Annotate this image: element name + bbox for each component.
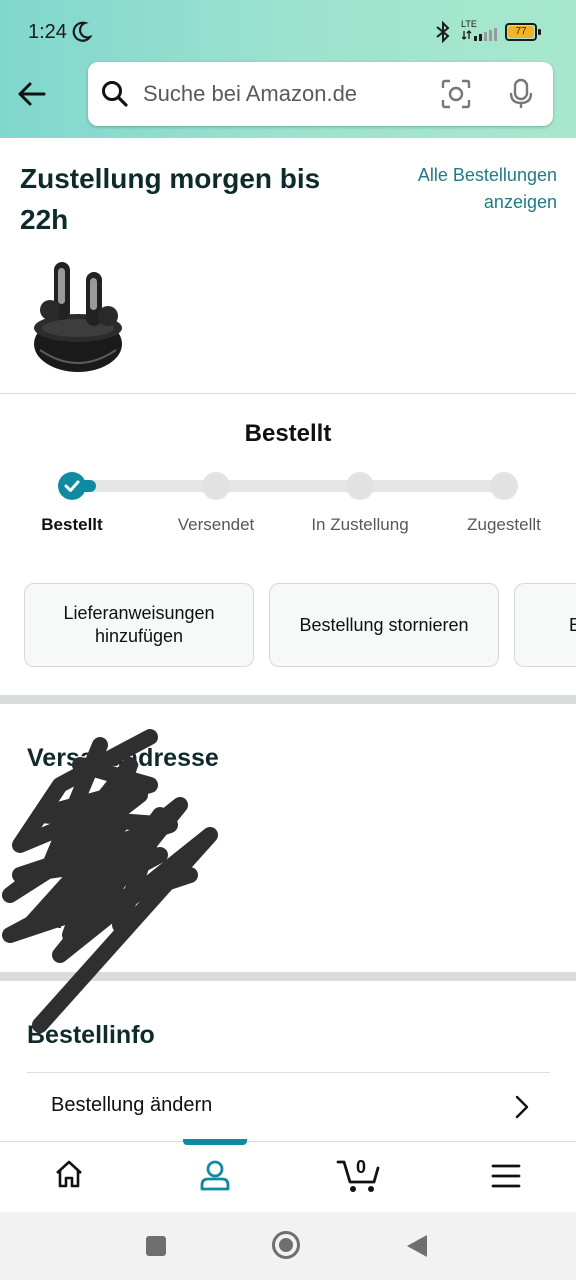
system-navigation-bar <box>0 1212 576 1280</box>
recent-apps-icon[interactable] <box>145 1235 167 1262</box>
add-delivery-instructions-button[interactable]: Lieferanweisungen hinzufügen <box>24 583 254 667</box>
checkmark-icon <box>64 480 80 492</box>
battery-icon: 77 <box>505 23 537 41</box>
cancel-order-button[interactable]: Bestellung stornieren <box>269 583 499 667</box>
add-delivery-instructions-label: Lieferanweisungen hinzufügen <box>63 603 215 646</box>
account-icon[interactable] <box>198 1158 232 1197</box>
step-label-shipped: Versendet <box>177 515 255 534</box>
order-status-title: Bestellt <box>244 420 332 447</box>
more-actions-label: B <box>569 614 576 635</box>
progress-track <box>72 480 504 492</box>
product-image[interactable] <box>30 258 126 376</box>
status-bar: 1:24 LTE 77 <box>0 0 576 64</box>
chevron-right-icon[interactable] <box>512 1094 532 1125</box>
step-node-ordered <box>58 472 86 500</box>
bluetooth-icon <box>434 20 452 48</box>
home-button-icon[interactable] <box>271 1230 301 1265</box>
cancel-order-label: Bestellung stornieren <box>299 614 469 635</box>
signal-icon <box>461 27 498 46</box>
redaction-scribble <box>2 729 218 1033</box>
home-icon[interactable] <box>53 1158 85 1195</box>
back-button-icon[interactable] <box>405 1233 429 1264</box>
battery-level: 77 <box>508 26 534 38</box>
camera-scan-icon[interactable] <box>441 79 471 114</box>
step-label-delivered: Zugestellt <box>467 515 541 534</box>
battery-tip <box>538 29 541 35</box>
divider <box>0 393 576 394</box>
bottom-navigation <box>0 1139 576 1211</box>
active-tab-indicator <box>183 1139 247 1145</box>
delivery-title: Zustellung morgen bis 22h <box>20 163 321 235</box>
step-label-in-delivery: In Zustellung <box>311 515 409 534</box>
all-orders-link[interactable]: Alle Bestellungen anzeigen <box>367 162 557 216</box>
change-order-row[interactable]: Bestellung ändern <box>51 1094 212 1117</box>
header: 1:24 LTE 77 <box>0 0 576 138</box>
step-node-delivered <box>490 472 518 500</box>
search-icon <box>100 79 130 114</box>
divider <box>27 1072 550 1073</box>
more-actions-button[interactable]: B <box>514 583 576 667</box>
search-bar[interactable] <box>88 62 553 126</box>
step-node-shipped <box>202 472 230 500</box>
status-time: 1:24 <box>28 21 67 43</box>
step-label-ordered: Bestellt <box>41 515 103 534</box>
cart-count-badge: 0 <box>356 1157 367 1177</box>
back-arrow-icon[interactable] <box>16 78 48 115</box>
search-input[interactable] <box>143 62 433 126</box>
step-node-in-delivery <box>346 472 374 500</box>
microphone-icon[interactable] <box>507 78 535 115</box>
moon-icon <box>72 21 93 48</box>
section-separator <box>0 695 576 704</box>
menu-icon[interactable] <box>490 1162 522 1195</box>
